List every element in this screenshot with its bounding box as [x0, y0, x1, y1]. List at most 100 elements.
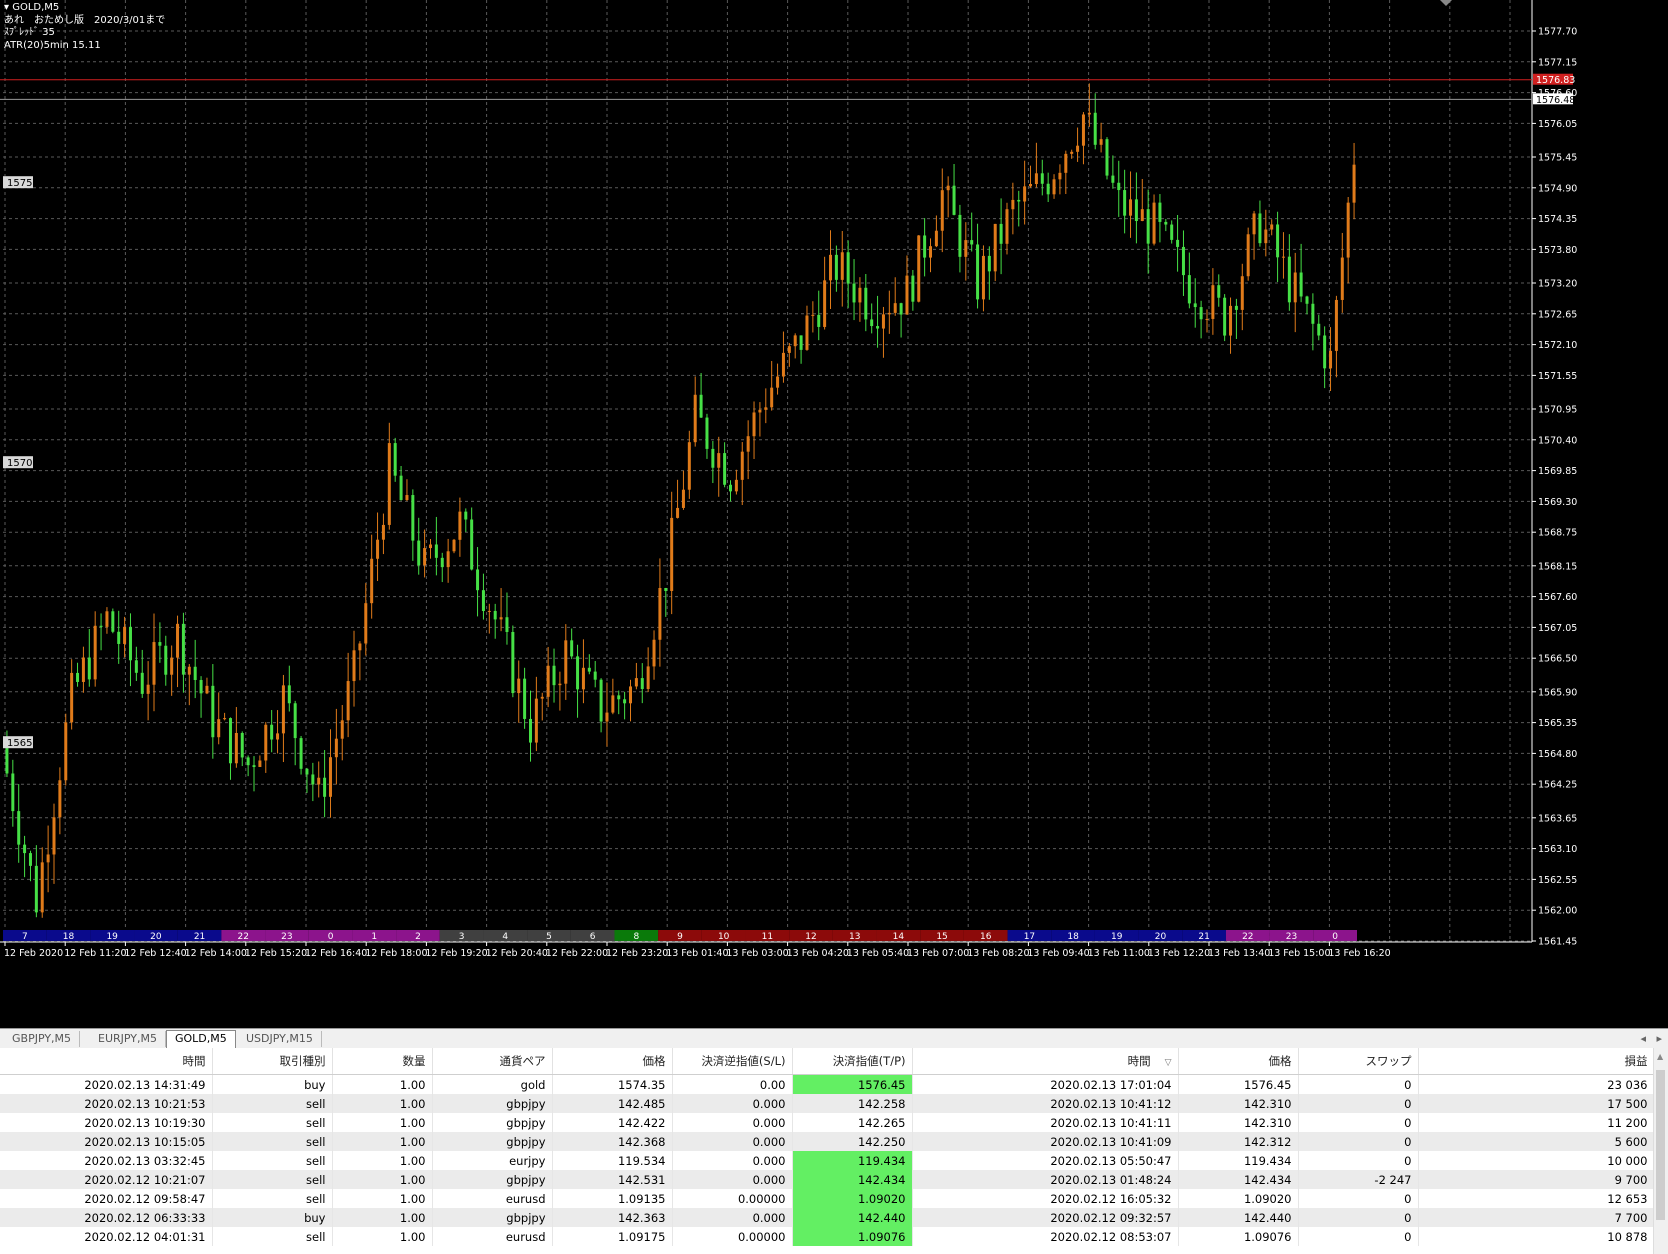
candle-body [370, 558, 374, 604]
candle-body [499, 617, 503, 620]
table-row[interactable]: 2020.02.13 14:31:49 buy 1.00 gold 1574.35 0.0… [0, 1074, 1655, 1094]
column-header-symbol[interactable]: 通貨ペア [432, 1048, 553, 1075]
table-scrollbar[interactable]: ▲ [1653, 1048, 1668, 1254]
cell-open-price: 1574.35 [552, 1074, 673, 1094]
sort-descending-icon[interactable]: ▽ [1165, 1058, 1172, 1068]
column-header-profit[interactable]: 損益 [1418, 1048, 1655, 1075]
table-row[interactable]: 2020.02.13 10:21:53 sell 1.00 gbpjpy 142.485… [0, 1094, 1655, 1113]
table-row[interactable]: 2020.02.12 04:01:31 sell 1.00 eurusd 1.09175… [0, 1227, 1655, 1246]
candle-body [393, 443, 397, 476]
table-row[interactable]: 2020.02.12 10:21:07 sell 1.00 gbpjpy 142.531… [0, 1170, 1655, 1189]
candle-body [76, 672, 80, 682]
column-header-close-time[interactable]: 時間 ▽ [912, 1048, 1179, 1075]
tab-scroll-arrows[interactable]: ◂ ▸ [1640, 1032, 1662, 1045]
candle-body [105, 611, 109, 627]
table-row[interactable]: 2020.02.13 10:19:30 sell 1.00 gbpjpy 142.422… [0, 1113, 1655, 1132]
cell-stop-loss: 0.000 [672, 1094, 793, 1113]
column-header-type[interactable]: 取引種別 [212, 1048, 333, 1075]
candle-body [11, 773, 15, 812]
candle-body [1211, 285, 1215, 319]
cell-volume: 1.00 [332, 1189, 433, 1208]
candle-body [829, 254, 833, 281]
candle-body [752, 412, 756, 437]
session-hour-label: 3 [459, 932, 465, 942]
time-tick-label: 13 Feb 16:20 [1328, 948, 1390, 959]
current-price-label: 1576.83 [1536, 75, 1575, 86]
column-header-open-time[interactable]: 時間 [0, 1048, 213, 1075]
candle-body [999, 223, 1003, 244]
tab-left-icon[interactable]: ◂ [1640, 1032, 1646, 1045]
cell-close-time: 2020.02.12 16:05:32 [912, 1189, 1179, 1208]
candle-body [311, 774, 315, 785]
price-tick-label: 1576.05 [1538, 119, 1577, 130]
candle-body [634, 678, 638, 687]
chart-symbol-title[interactable]: ▾ GOLD,M5 [4, 2, 165, 15]
column-header-close-price[interactable]: 価格 [1178, 1048, 1299, 1075]
cell-symbol: gbpjpy [432, 1208, 553, 1227]
candle-body [1258, 213, 1262, 244]
cell-profit: 5 600 [1418, 1132, 1655, 1151]
cell-stop-loss: 0.000 [672, 1113, 793, 1132]
table-row[interactable]: 2020.02.13 03:32:45 sell 1.00 eurjpy 119.534… [0, 1151, 1655, 1170]
column-header-label: スワップ [1365, 1054, 1412, 1068]
table-row[interactable]: 2020.02.12 06:33:33 buy 1.00 gbpjpy 142.363 0… [0, 1208, 1655, 1227]
candle-body [876, 326, 880, 329]
candle-body [1140, 209, 1144, 222]
candle-body [46, 854, 50, 863]
column-header-stop-loss[interactable]: 決済逆指値(S/L) [672, 1048, 793, 1075]
column-header-take-profit[interactable]: 決済指値(T/P) [792, 1048, 913, 1075]
candle-body [358, 643, 362, 651]
table-row[interactable]: 2020.02.13 10:15:05 sell 1.00 gbpjpy 142.368… [0, 1132, 1655, 1151]
candle-body [93, 625, 97, 680]
candle-body [764, 407, 768, 410]
cell-take-profit: 1.09076 [792, 1227, 913, 1246]
chart-canvas[interactable]: 1577.701577.151576.601576.051575.451574.… [0, 0, 1668, 1028]
cell-take-profit: 142.265 [792, 1113, 913, 1132]
cell-stop-loss: 0.00000 [672, 1227, 793, 1246]
dropdown-triangle-icon[interactable]: ▾ [4, 2, 12, 13]
candle-body [299, 738, 303, 769]
round-price-label: 1570 [7, 458, 32, 469]
tab-gold-m5[interactable]: GOLD,M5 [166, 1030, 236, 1049]
price-tick-label: 1568.15 [1538, 561, 1577, 572]
cell-open-price: 142.422 [552, 1113, 673, 1132]
cell-type: sell [212, 1132, 333, 1151]
candle-body [481, 590, 485, 612]
candle-body [223, 718, 227, 720]
cell-type: sell [212, 1113, 333, 1132]
scrollbar-thumb[interactable] [1656, 1070, 1665, 1220]
candle-body [399, 475, 403, 501]
candle-body [1093, 112, 1097, 145]
session-hour-label: 23 [1286, 932, 1297, 942]
tab-gbpjpy-m5[interactable]: GBPJPY,M5 [4, 1031, 81, 1047]
price-chart[interactable]: 1577.701577.151576.601576.051575.451574.… [0, 0, 1668, 1028]
session-hour-label: 9 [677, 932, 683, 942]
candle-body [905, 275, 909, 315]
candle-body [581, 667, 585, 690]
cell-stop-loss: 0.000 [672, 1170, 793, 1189]
candle-body [1317, 323, 1321, 336]
candle-body [623, 699, 627, 704]
column-header-swap[interactable]: スワップ [1298, 1048, 1419, 1075]
cell-stop-loss: 0.00 [672, 1074, 793, 1094]
tab-eurjpy-m5[interactable]: EURJPY,M5 [90, 1031, 166, 1047]
price-tick-label: 1567.05 [1538, 623, 1577, 634]
table-row[interactable]: 2020.02.12 09:58:47 sell 1.00 eurusd 1.09135… [0, 1189, 1655, 1208]
candle-body [476, 569, 480, 591]
column-header-open-price[interactable]: 価格 [552, 1048, 673, 1075]
candle-body [1134, 199, 1138, 222]
candle-body [1111, 175, 1115, 183]
cell-volume: 1.00 [332, 1151, 433, 1170]
cell-type: buy [212, 1208, 333, 1227]
cell-profit: 17 500 [1418, 1094, 1655, 1113]
session-hour-label: 21 [1198, 932, 1209, 942]
cell-symbol: gbpjpy [432, 1094, 553, 1113]
tab-right-icon[interactable]: ▸ [1656, 1032, 1662, 1045]
price-tick-label: 1564.80 [1538, 749, 1577, 760]
scroll-up-icon[interactable]: ▲ [1657, 1052, 1663, 1061]
tab-usdjpy-m15[interactable]: USDJPY,M15 [238, 1031, 322, 1047]
column-header-volume[interactable]: 数量 [332, 1048, 433, 1075]
candle-body [546, 665, 550, 697]
candle-body [1164, 221, 1168, 225]
candle-body [134, 660, 138, 673]
